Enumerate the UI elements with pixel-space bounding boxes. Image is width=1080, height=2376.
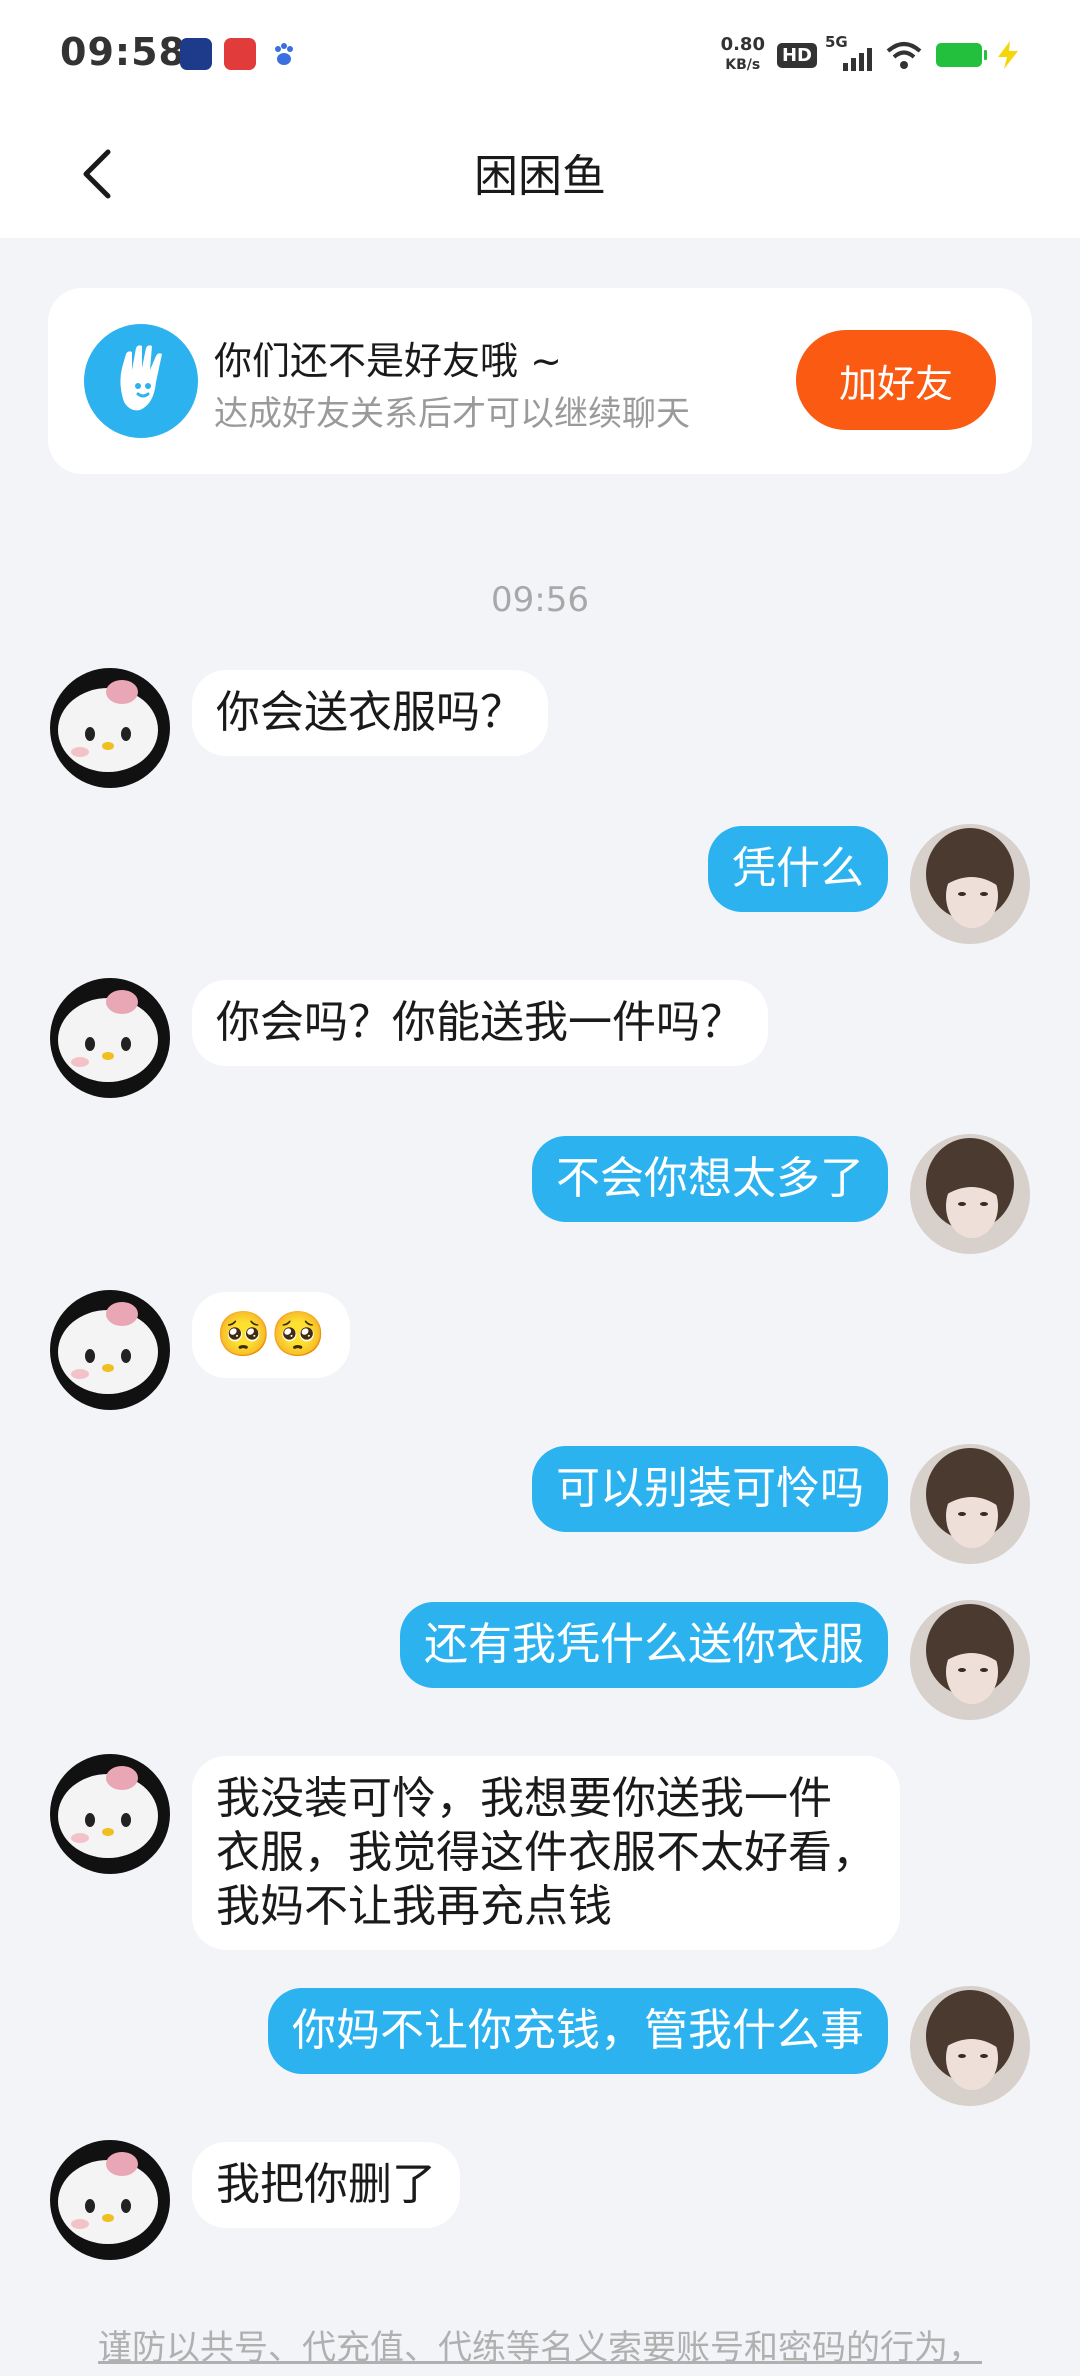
contact-avatar[interactable] [50, 1290, 170, 1410]
user-avatar[interactable] [910, 824, 1030, 944]
message-bubble[interactable]: 还有我凭什么送你衣服 [400, 1602, 888, 1688]
battery-icon [936, 43, 987, 67]
chat-title: 困困鱼 [474, 151, 606, 202]
status-bar: 09:58 0.80 KB/s HD 5G [0, 0, 1080, 110]
paw-icon [268, 38, 300, 70]
security-notice[interactable]: 谨防以共号、代充值、代练等名义索要账号和密码的行为， [0, 2320, 1080, 2369]
net-speed-unit: KB/s [725, 57, 761, 73]
wave-hand-icon [84, 324, 198, 438]
message-bubble[interactable]: 我把你删了 [192, 2142, 460, 2228]
user-avatar[interactable] [910, 1444, 1030, 1564]
network-type: 5G [825, 33, 848, 51]
contact-avatar[interactable] [50, 2140, 170, 2260]
user-avatar[interactable] [910, 1600, 1030, 1720]
message-bubble[interactable]: 可以别装可怜吗 [532, 1446, 888, 1532]
message-bubble[interactable]: 你会送衣服吗？ [192, 670, 548, 756]
message-bubble[interactable]: 凭什么 [708, 826, 888, 912]
message-bubble[interactable]: 不会你想太多了 [532, 1136, 888, 1222]
message-bubble[interactable]: 你会吗？你能送我一件吗？ [192, 980, 768, 1066]
net-speed: 0.80 KB/s [721, 35, 765, 75]
net-speed-value: 0.80 [720, 34, 765, 55]
banner-subtitle: 达成好友关系后才可以继续聊天 [214, 394, 690, 434]
status-time: 09:58 [60, 30, 186, 74]
time-divider: 09:56 [491, 580, 589, 620]
message-bubble[interactable]: 我没装可怜，我想要你送我一件 衣服，我觉得这件衣服不太好看， 我妈不让我再充点钱 [192, 1756, 900, 1950]
message-bubble[interactable]: 你妈不让你充钱，管我什么事 [268, 1988, 888, 2074]
message-bubble[interactable]: 🥺🥺 [192, 1292, 350, 1378]
charging-icon [998, 41, 1018, 69]
status-right: 0.80 KB/s HD 5G [721, 30, 1022, 80]
contact-avatar[interactable] [50, 668, 170, 788]
signal-icon: 5G [825, 33, 872, 71]
banner-title: 你们还不是好友哦 ~ [214, 339, 562, 383]
chat-header: 困困鱼 [0, 110, 1080, 238]
add-friend-button[interactable]: 加好友 [796, 330, 996, 430]
video-app-icon [224, 38, 256, 70]
user-avatar[interactable] [910, 1986, 1030, 2106]
wifi-icon [886, 42, 922, 69]
user-avatar[interactable] [910, 1134, 1030, 1254]
app-badge-icon [180, 38, 212, 70]
contact-avatar[interactable] [50, 1754, 170, 1874]
hd-badge: HD [776, 42, 817, 68]
contact-avatar[interactable] [50, 978, 170, 1098]
not-friend-banner: 你们还不是好友哦 ~ 达成好友关系后才可以继续聊天 加好友 [48, 288, 1032, 474]
